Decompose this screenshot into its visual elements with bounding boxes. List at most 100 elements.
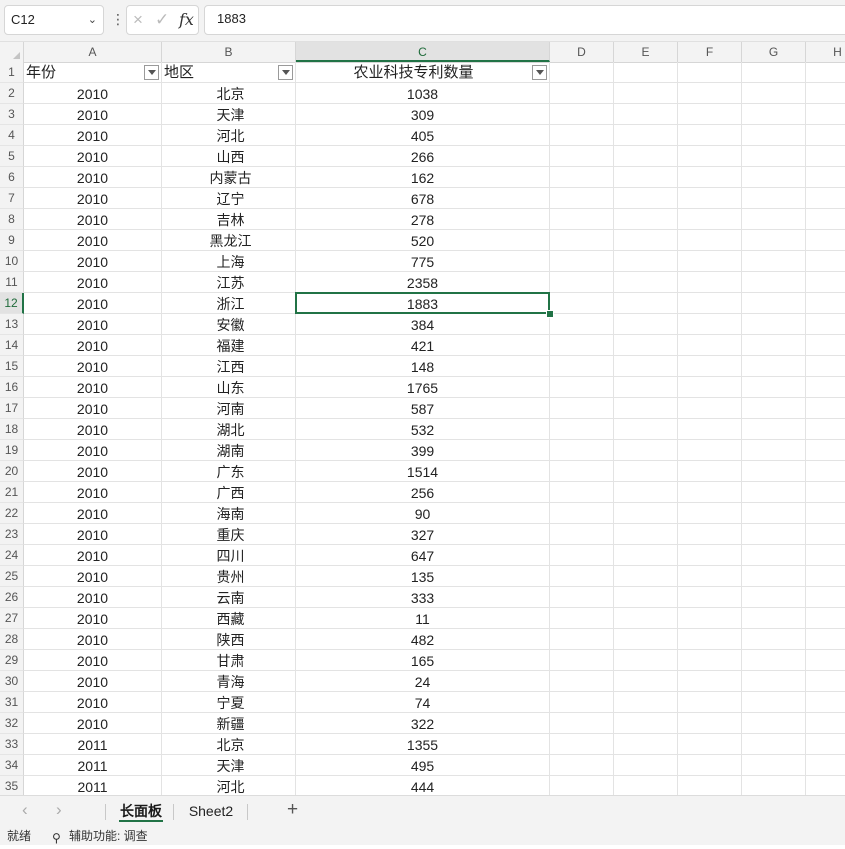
table-cell[interactable]: 2010 [24, 713, 162, 734]
chevron-down-icon[interactable]: ⌄ [88, 6, 97, 34]
table-cell[interactable]: 河北 [162, 125, 296, 146]
empty-cell[interactable] [742, 503, 806, 524]
table-cell[interactable]: 2010 [24, 209, 162, 230]
table-cell[interactable]: 2011 [24, 734, 162, 755]
empty-cell[interactable] [550, 587, 614, 608]
table-cell[interactable]: 2010 [24, 482, 162, 503]
table-cell[interactable]: 2010 [24, 356, 162, 377]
empty-cell[interactable] [550, 230, 614, 251]
table-cell[interactable]: 399 [296, 440, 550, 461]
empty-cell[interactable] [550, 734, 614, 755]
empty-cell[interactable] [742, 440, 806, 461]
table-cell[interactable]: 北京 [162, 83, 296, 104]
table-cell[interactable]: 甘肃 [162, 650, 296, 671]
empty-cell[interactable] [678, 671, 742, 692]
empty-cell[interactable] [742, 587, 806, 608]
empty-cell[interactable] [614, 104, 678, 125]
table-cell[interactable]: 647 [296, 545, 550, 566]
table-cell[interactable]: 四川 [162, 545, 296, 566]
table-cell[interactable]: 陕西 [162, 629, 296, 650]
row-header[interactable]: 28 [0, 629, 24, 650]
table-cell[interactable]: 2010 [24, 251, 162, 272]
table-cell[interactable]: 重庆 [162, 524, 296, 545]
table-cell[interactable]: 1038 [296, 83, 550, 104]
empty-cell[interactable] [742, 209, 806, 230]
empty-cell[interactable] [550, 608, 614, 629]
empty-cell[interactable] [678, 650, 742, 671]
empty-cell[interactable] [806, 230, 845, 251]
table-cell[interactable]: 北京 [162, 734, 296, 755]
empty-cell[interactable] [614, 272, 678, 293]
empty-cell[interactable] [614, 356, 678, 377]
row-header[interactable]: 35 [0, 776, 24, 795]
table-cell[interactable]: 江西 [162, 356, 296, 377]
empty-cell[interactable] [678, 692, 742, 713]
empty-cell[interactable] [550, 650, 614, 671]
empty-cell[interactable] [678, 251, 742, 272]
row-header[interactable]: 27 [0, 608, 24, 629]
table-cell[interactable]: 2010 [24, 503, 162, 524]
table-cell[interactable]: 482 [296, 629, 550, 650]
empty-cell[interactable] [678, 62, 742, 83]
empty-cell[interactable] [614, 419, 678, 440]
empty-cell[interactable] [806, 251, 845, 272]
empty-cell[interactable] [678, 566, 742, 587]
table-cell[interactable]: 2010 [24, 608, 162, 629]
column-header-a[interactable]: A [24, 42, 162, 62]
empty-cell[interactable] [742, 293, 806, 314]
empty-cell[interactable] [806, 314, 845, 335]
empty-cell[interactable] [678, 209, 742, 230]
empty-cell[interactable] [806, 608, 845, 629]
table-cell[interactable]: 74 [296, 692, 550, 713]
empty-cell[interactable] [614, 377, 678, 398]
table-cell[interactable]: 162 [296, 167, 550, 188]
empty-cell[interactable] [550, 629, 614, 650]
empty-cell[interactable] [678, 167, 742, 188]
empty-cell[interactable] [550, 125, 614, 146]
table-cell[interactable]: 浙江 [162, 293, 296, 314]
table-cell[interactable]: 山东 [162, 377, 296, 398]
empty-cell[interactable] [806, 755, 845, 776]
row-header[interactable]: 7 [0, 188, 24, 209]
table-cell[interactable]: 135 [296, 566, 550, 587]
empty-cell[interactable] [742, 272, 806, 293]
empty-cell[interactable] [614, 209, 678, 230]
empty-cell[interactable] [806, 629, 845, 650]
empty-cell[interactable] [550, 482, 614, 503]
empty-cell[interactable] [550, 713, 614, 734]
empty-cell[interactable] [550, 440, 614, 461]
empty-cell[interactable] [614, 671, 678, 692]
row-header[interactable]: 20 [0, 461, 24, 482]
row-header[interactable]: 26 [0, 587, 24, 608]
row-header[interactable]: 32 [0, 713, 24, 734]
empty-cell[interactable] [806, 293, 845, 314]
empty-cell[interactable] [614, 692, 678, 713]
empty-cell[interactable] [806, 545, 845, 566]
empty-cell[interactable] [678, 125, 742, 146]
empty-cell[interactable] [806, 167, 845, 188]
empty-cell[interactable] [614, 293, 678, 314]
empty-cell[interactable] [742, 419, 806, 440]
empty-cell[interactable] [550, 146, 614, 167]
empty-cell[interactable] [806, 440, 845, 461]
empty-cell[interactable] [550, 167, 614, 188]
row-header[interactable]: 19 [0, 440, 24, 461]
table-cell[interactable]: 1514 [296, 461, 550, 482]
empty-cell[interactable] [614, 755, 678, 776]
table-cell[interactable]: 江苏 [162, 272, 296, 293]
table-cell[interactable]: 云南 [162, 587, 296, 608]
row-header[interactable]: 5 [0, 146, 24, 167]
empty-cell[interactable] [678, 755, 742, 776]
empty-cell[interactable] [742, 146, 806, 167]
table-cell[interactable]: 宁夏 [162, 692, 296, 713]
row-header[interactable]: 34 [0, 755, 24, 776]
name-box[interactable]: C12 ⌄ [4, 5, 104, 35]
empty-cell[interactable] [806, 524, 845, 545]
row-header[interactable]: 29 [0, 650, 24, 671]
accessibility-icon[interactable]: ⚲ [52, 827, 61, 849]
empty-cell[interactable] [550, 377, 614, 398]
empty-cell[interactable] [614, 629, 678, 650]
empty-cell[interactable] [550, 776, 614, 795]
empty-cell[interactable] [742, 482, 806, 503]
table-cell[interactable]: 2010 [24, 587, 162, 608]
